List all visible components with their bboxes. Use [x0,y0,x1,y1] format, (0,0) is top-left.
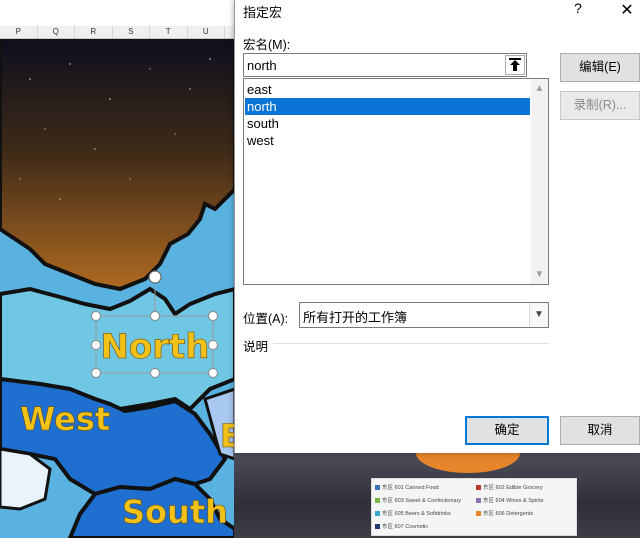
description-divider [273,343,549,344]
cancel-button[interactable]: 取消 [560,416,640,445]
close-button[interactable]: ✕ [616,0,638,19]
region-map: North West South E [0,39,235,538]
chevron-down-icon[interactable]: ▼ [529,303,548,327]
legend-item: 东区 607 Cosmetic [375,522,428,530]
column-header[interactable]: U [188,26,225,38]
description-label: 说明 [243,340,269,354]
legend-item: 东区 603 Sweet & Confectionary [375,496,461,504]
legend-item: 东区 602 Edible Grocery [476,483,543,491]
legend-item: 东区 606 Detergents [476,509,533,517]
macro-item-east[interactable]: east [245,81,530,98]
collapse-dialog-button[interactable] [505,55,525,75]
map-graphic: North West South E [0,39,235,538]
column-header[interactable]: Q [38,26,75,38]
location-value: 所有打开的工作簿 [303,310,408,325]
ok-button[interactable]: 确定 [465,416,549,445]
macro-item-south[interactable]: south [245,115,530,132]
chart-legend: 东区 601 Canned Food 东区 602 Edible Grocery… [371,478,577,536]
macro-list[interactable]: east north south west ▲ ▼ [243,78,549,285]
macro-item-north[interactable]: north [245,98,530,115]
map-label-east[interactable]: E [220,417,235,456]
list-scrollbar[interactable]: ▲ ▼ [531,79,548,284]
column-header[interactable]: S [113,26,150,38]
legend-item: 东区 601 Canned Food [375,483,439,491]
macro-name-field[interactable] [243,53,527,77]
map-label-west[interactable]: West [20,400,111,439]
macro-item-west[interactable]: west [245,132,530,149]
legend-item: 东区 605 Beers & Softdrinks [375,509,451,517]
column-header[interactable]: P [0,26,38,38]
upload-arrow-icon [509,58,521,71]
location-select[interactable]: 所有打开的工作簿 ▼ [299,302,549,328]
column-header[interactable]: T [150,26,188,38]
macro-name-input[interactable] [244,54,500,76]
column-header[interactable]: R [75,26,113,38]
assign-macro-dialog: 指定宏 ? ✕ 宏名(M): east north south west ▲ ▼… [234,0,640,453]
legend-item: 东区 604 Wines & Spirits [476,496,544,504]
location-label: 位置(A): [243,312,289,326]
scroll-down-icon[interactable]: ▼ [531,269,548,280]
macro-name-label: 宏名(M): [243,38,291,52]
dialog-titlebar[interactable]: 指定宏 ? ✕ [235,0,640,22]
map-label-south[interactable]: South [122,493,228,532]
scroll-up-icon[interactable]: ▲ [531,83,548,94]
dialog-title: 指定宏 [243,5,283,20]
map-label-north[interactable]: North [100,327,210,368]
help-button[interactable]: ? [568,0,588,16]
record-button[interactable]: 录制(R)... [560,91,640,120]
edit-button[interactable]: 编辑(E) [560,53,640,82]
